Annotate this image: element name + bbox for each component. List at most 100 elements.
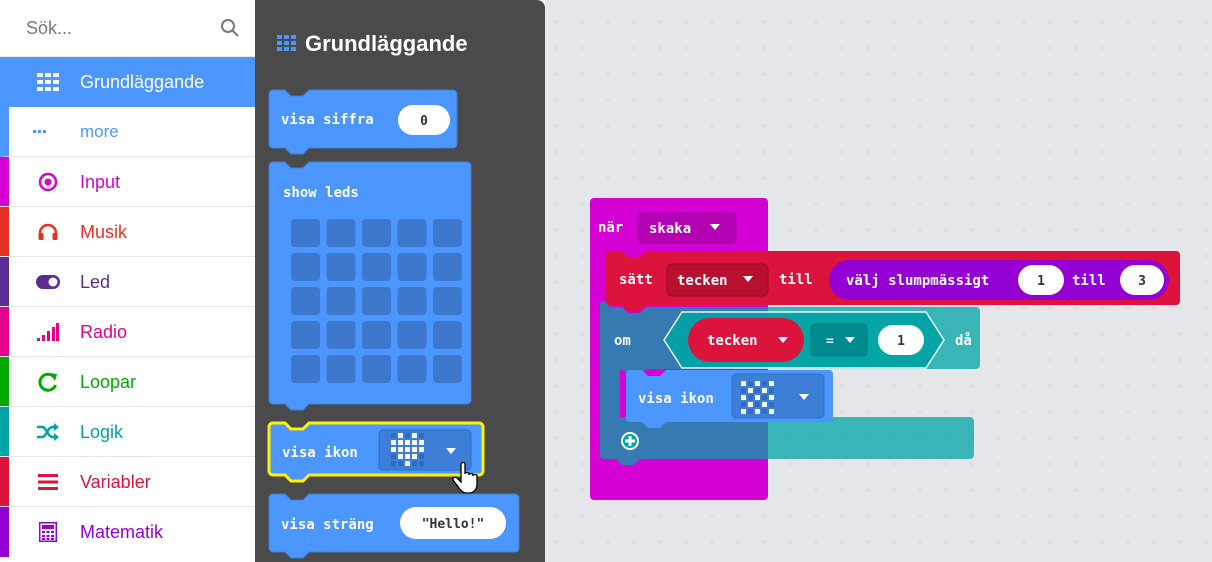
icon-pixel (419, 433, 424, 438)
grid-cross (969, 71, 975, 77)
led-cell[interactable] (433, 355, 462, 383)
grid-cross (813, 513, 819, 519)
category-logik[interactable]: Logik (0, 407, 255, 457)
show-leds-block[interactable]: show leds (268, 161, 472, 411)
icon-pixel (762, 409, 767, 414)
grid-cross (657, 539, 663, 545)
if-block[interactable]: om tecken = 1 då visa ikon (600, 301, 980, 465)
grid-cross (553, 201, 559, 207)
category-matematik[interactable]: Matematik (0, 507, 255, 557)
icon-pixel (762, 402, 767, 407)
led-cell[interactable] (291, 321, 320, 349)
grid-cross (1021, 409, 1027, 415)
show-string-block[interactable]: visa sträng "Hello!" (268, 493, 520, 559)
led-cell[interactable] (433, 287, 462, 315)
led-cell[interactable] (362, 253, 391, 281)
grid-cross (995, 227, 1001, 233)
led-cell[interactable] (397, 287, 427, 315)
led-cell[interactable] (433, 253, 462, 281)
icon-pixel (748, 402, 753, 407)
led-cell[interactable] (291, 287, 320, 315)
workspace[interactable]: när skaka sätt tecken till välj slumpmäs… (545, 0, 1212, 562)
grid-cross (709, 175, 715, 181)
led-cell[interactable] (362, 355, 391, 383)
led-cell[interactable] (433, 219, 462, 247)
led-cell[interactable] (433, 321, 462, 349)
dots-icon (28, 120, 52, 144)
compare-block[interactable]: tecken = 1 (663, 311, 945, 369)
category-loopar[interactable]: Loopar (0, 357, 255, 407)
add-branch-icon[interactable] (621, 432, 639, 450)
grid-cross (1073, 45, 1079, 51)
grid-cross (865, 149, 871, 155)
grid-cross (1177, 149, 1183, 155)
grid-cross (813, 227, 819, 233)
category-label: Input (80, 172, 121, 192)
led-cell[interactable] (397, 355, 427, 383)
block-label: till (1072, 273, 1106, 289)
icon-pixel (405, 440, 410, 445)
grid-cross (1073, 97, 1079, 103)
search-icon[interactable] (220, 18, 240, 38)
category-more[interactable]: more (0, 107, 255, 157)
icon-pixel (398, 454, 403, 459)
grid-cross (1073, 19, 1079, 25)
grid-cross (995, 357, 1001, 363)
led-cell[interactable] (326, 321, 356, 349)
category-label: Musik (80, 222, 128, 242)
icon-pixel (405, 454, 410, 459)
set-variable-block[interactable]: sätt tecken till välj slumpmässigt 1 til… (606, 251, 1180, 311)
category-input[interactable]: Input (0, 157, 255, 207)
show-icon-block[interactable]: visa ikon (626, 370, 833, 428)
icon-pixel (755, 409, 760, 414)
grid-cross (839, 19, 845, 25)
gesture-value: skaka (649, 221, 691, 237)
led-cell[interactable] (326, 355, 356, 383)
category-musik[interactable]: Musik (0, 207, 255, 257)
heart-icon (391, 433, 424, 466)
grid-cross (969, 201, 975, 207)
led-cell[interactable] (362, 219, 391, 247)
toolbox: Grundläggande more Input Musik Led Radio (0, 0, 255, 562)
operator-dropdown[interactable] (810, 323, 868, 357)
led-cell[interactable] (362, 321, 391, 349)
led-cell[interactable] (397, 219, 427, 247)
category-radio[interactable]: Radio (0, 307, 255, 357)
led-cell[interactable] (362, 287, 391, 315)
led-cell[interactable] (326, 253, 356, 281)
led-cell[interactable] (397, 321, 427, 349)
category-grundlaggande[interactable]: Grundläggande (0, 57, 255, 107)
category-led[interactable]: Led (0, 257, 255, 307)
grid-cross (553, 331, 559, 337)
led-cell[interactable] (291, 219, 320, 247)
led-cell[interactable] (397, 253, 427, 281)
checkerboard-icon (741, 381, 774, 414)
grid-cross (605, 123, 611, 129)
grid-cross (943, 45, 949, 51)
icon-pixel (419, 447, 424, 452)
search-input[interactable] (10, 10, 226, 46)
block-label: välj slumpmässigt (846, 273, 989, 289)
category-variabler[interactable]: Variabler (0, 457, 255, 507)
grid-cross (1073, 123, 1079, 129)
led-cell[interactable] (326, 219, 356, 247)
icon-pixel (769, 402, 774, 407)
grid-cross (787, 71, 793, 77)
grid-cross (709, 513, 715, 519)
led-cell[interactable] (291, 355, 320, 383)
grid-cross (1125, 227, 1131, 233)
grid-cross (579, 279, 585, 285)
grid-cross (1203, 253, 1209, 259)
block-label: visa ikon (638, 391, 714, 407)
led-cell[interactable] (291, 253, 320, 281)
random-range-block[interactable]: välj slumpmässigt 1 till 3 (829, 260, 1169, 300)
show-number-block[interactable]: visa siffra 0 (268, 89, 458, 155)
grid-cross (995, 97, 1001, 103)
grid-cross (1203, 331, 1209, 337)
led-cell[interactable] (326, 287, 356, 315)
show-icon-block[interactable]: visa ikon (267, 421, 485, 483)
grid-cross (813, 19, 819, 25)
grid-cross (1125, 97, 1131, 103)
led-grid[interactable] (291, 219, 462, 383)
grid-cross (553, 71, 559, 77)
